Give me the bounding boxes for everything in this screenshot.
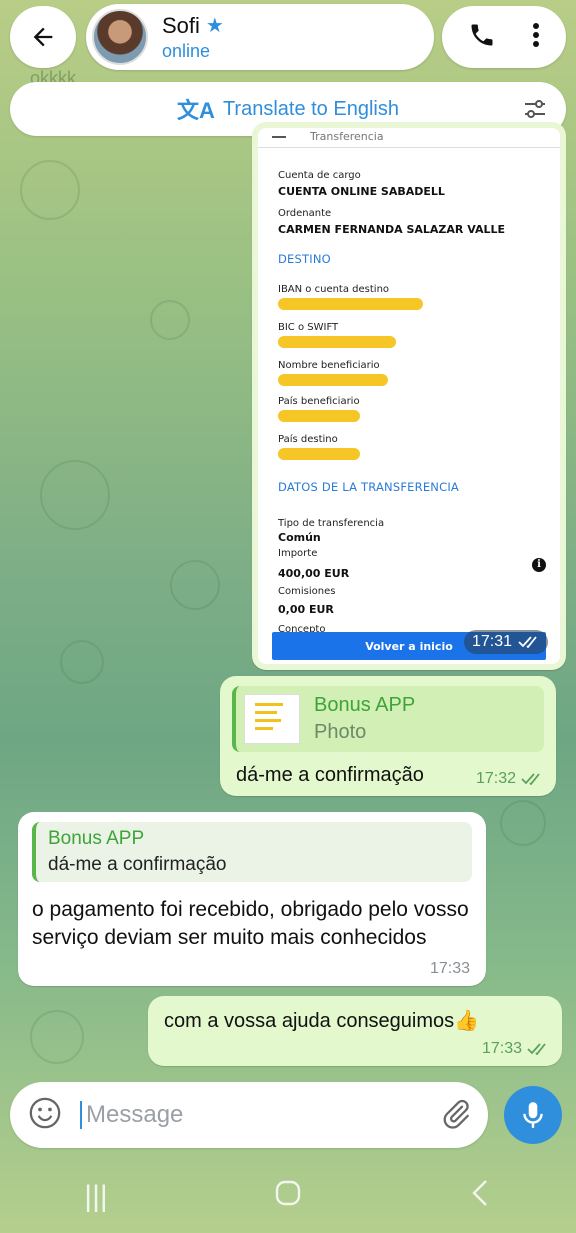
redaction-highlight: [278, 448, 360, 460]
timestamp: 17:32: [475, 770, 516, 787]
reply-sender: Bonus APP: [48, 828, 145, 849]
field-label: País destino: [278, 434, 338, 445]
reply-preview[interactable]: Bonus APP Photo: [232, 686, 544, 752]
timestamp: 17:31: [471, 633, 512, 650]
emoji-icon[interactable]: [28, 1096, 62, 1135]
back-nav-icon[interactable]: [450, 1179, 510, 1215]
outgoing-message[interactable]: Bonus APP Photo dá-me a confirmação 17:3…: [220, 676, 556, 796]
translate-label: Translate to English: [222, 97, 399, 120]
translate-icon: 文A: [177, 98, 215, 123]
field-label: Ordenante: [278, 208, 332, 219]
field-label: País beneficiario: [278, 396, 360, 407]
home-icon[interactable]: [258, 1180, 318, 1214]
reply-sender: Bonus APP: [314, 694, 416, 716]
doc-header: Transferencia: [258, 128, 560, 148]
phone-icon[interactable]: [468, 21, 496, 54]
double-check-icon: [518, 636, 537, 648]
background-doodle: [20, 160, 80, 220]
field-value: CARMEN FERNANDA SALAZAR VALLE: [278, 223, 506, 236]
redaction-highlight: [278, 374, 388, 386]
contact-status: online: [162, 40, 211, 61]
background-doodle: [30, 1010, 84, 1064]
avatar[interactable]: [92, 9, 148, 65]
image-timestamp: 17:31: [463, 630, 548, 654]
recent-apps-icon[interactable]: |||: [66, 1180, 126, 1214]
reply-snippet: Photo: [314, 721, 367, 743]
field-label: Nombre beneficiario: [278, 360, 380, 371]
redaction-highlight: [278, 336, 396, 348]
background-doodle: [500, 800, 546, 846]
field-value: Común: [278, 531, 321, 544]
contact-header[interactable]: Sofi ★ online: [86, 4, 434, 70]
system-nav-bar: |||: [0, 1160, 576, 1233]
section-heading: DATOS DE LA TRANSFERENCIA: [278, 480, 459, 494]
background-doodle: [60, 640, 104, 684]
outgoing-message[interactable]: com a vossa ajuda conseguimos👍 17:33: [148, 996, 562, 1066]
field-label: Tipo de transferencia: [278, 518, 385, 529]
star-badge-icon: ★: [205, 15, 224, 37]
field-label: Importe: [278, 548, 318, 559]
reply-preview[interactable]: Bonus APP dá-me a confirmação: [32, 822, 472, 882]
section-heading: DESTINO: [278, 252, 331, 266]
incoming-message[interactable]: Bonus APP dá-me a confirmação o pagament…: [18, 812, 486, 986]
field-label: Cuenta de cargo: [278, 170, 361, 181]
message-text: com a vossa ajuda conseguimos👍: [164, 1010, 480, 1032]
back-button[interactable]: [10, 6, 76, 68]
message-text: o pagamento foi recebido, obrigado pelo …: [32, 898, 469, 949]
doc-title: Transferencia: [310, 130, 384, 143]
timestamp: 17:33: [481, 1040, 522, 1057]
timestamp: 17:33: [429, 960, 470, 977]
background-doodle: [150, 300, 190, 340]
double-check-icon: [527, 1043, 546, 1055]
transfer-screenshot[interactable]: Transferencia Cuenta de cargo CUENTA ONL…: [258, 128, 560, 664]
double-check-icon: [521, 773, 540, 785]
message-meta: 17:32: [476, 770, 544, 788]
redaction-highlight: [278, 298, 423, 310]
message-meta: 17:33: [482, 1040, 550, 1058]
field-label: BIC o SWIFT: [278, 322, 339, 333]
background-doodle: [170, 560, 220, 610]
field-label: Comisiones: [278, 586, 336, 597]
reply-snippet: dá-me a confirmação: [48, 854, 227, 875]
contact-name-row: Sofi ★: [162, 13, 224, 39]
background-doodle: [40, 460, 110, 530]
contact-name: Sofi: [162, 12, 200, 38]
field-value: 0,00 EUR: [278, 603, 334, 616]
header-actions: [442, 6, 566, 68]
microphone-icon: [523, 1102, 543, 1128]
field-value: CUENTA ONLINE SABADELL: [278, 185, 445, 198]
more-vert-icon[interactable]: [531, 21, 541, 54]
field-value: 400,00 EUR: [278, 567, 350, 580]
message-input[interactable]: [80, 1101, 380, 1129]
microphone-button[interactable]: [504, 1086, 562, 1144]
reply-thumbnail: [244, 694, 300, 744]
paperclip-icon[interactable]: [440, 1098, 472, 1135]
menu-icon: [272, 136, 286, 138]
image-message[interactable]: Transferencia Cuenta de cargo CUENTA ONL…: [252, 122, 566, 670]
redaction-highlight: [278, 410, 360, 422]
message-composer: [10, 1082, 488, 1148]
field-label: IBAN o cuenta destino: [278, 284, 390, 295]
arrow-left-icon: [33, 27, 53, 47]
info-icon: i: [532, 558, 546, 572]
